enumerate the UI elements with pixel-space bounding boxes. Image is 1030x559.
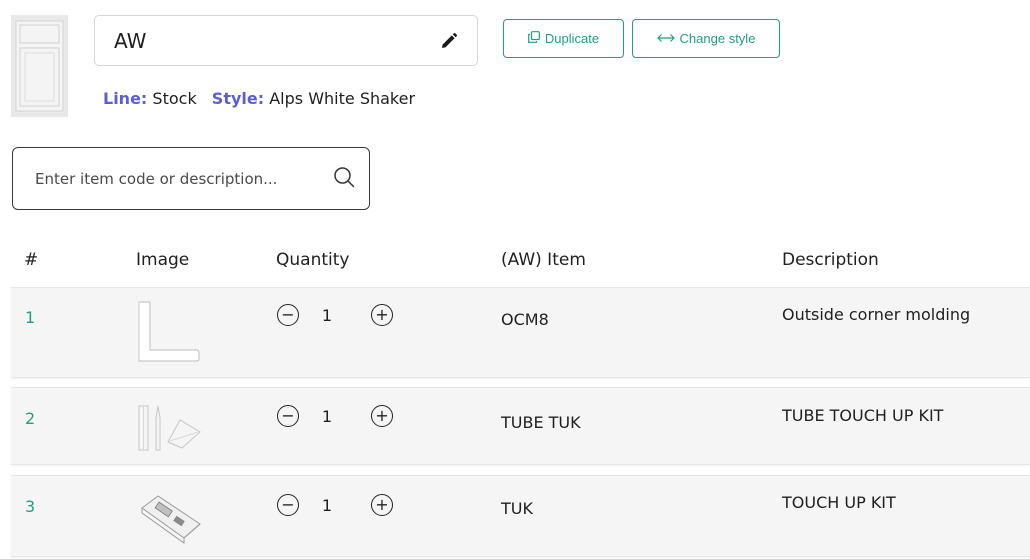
row-number: 1 [25, 308, 36, 327]
table-row[interactable]: 1 − 1 + OCM8 Outside corner molding [11, 287, 1030, 378]
minus-icon[interactable]: − [277, 494, 299, 516]
cabinet-meta: Line: Stock Style: Alps White Shaker [103, 89, 425, 108]
pencil-icon[interactable] [439, 31, 459, 51]
quantity-value: 1 [321, 406, 333, 426]
search-icon[interactable] [333, 166, 355, 192]
quantity-stepper[interactable]: − 1 + [277, 494, 393, 516]
plus-icon[interactable]: + [371, 304, 393, 326]
change-style-button[interactable]: Change style [632, 19, 780, 58]
column-header-image: Image [136, 250, 190, 270]
minus-icon[interactable]: − [277, 304, 299, 326]
item-search-box[interactable] [12, 147, 370, 210]
quantity-stepper[interactable]: − 1 + [277, 304, 393, 326]
search-input[interactable] [35, 169, 333, 188]
style-value: Alps White Shaker [269, 89, 416, 108]
plus-icon[interactable]: + [371, 405, 393, 427]
quantity-value: 1 [321, 495, 333, 515]
table-row[interactable]: 2 − 1 + TUBE TUK TUBE TOUCH UP KIT [11, 387, 1030, 465]
cabinet-name-field[interactable]: AW [94, 15, 478, 66]
row-number: 3 [25, 497, 36, 516]
item-description: Outside corner molding [782, 305, 971, 324]
plus-icon[interactable]: + [371, 494, 393, 516]
quantity-value: 1 [321, 305, 333, 325]
table-row[interactable]: 3 − 1 + TUK TOUCH UP KIT [11, 475, 1030, 557]
duplicate-button[interactable]: Duplicate [503, 19, 624, 58]
column-header-description: Description [782, 250, 879, 270]
duplicate-label: Duplicate [544, 31, 600, 46]
touch-up-kit-image [136, 486, 202, 548]
cabinet-door-thumbnail [11, 15, 68, 117]
column-header-quantity: Quantity [276, 250, 350, 270]
column-header-item: (AW) Item [501, 250, 586, 270]
tube-kit-image [136, 398, 202, 458]
corner-molding-image [136, 300, 202, 368]
duplicate-icon [527, 31, 540, 46]
minus-icon[interactable]: − [277, 405, 299, 427]
change-style-label: Change style [679, 31, 756, 46]
item-code: TUK [501, 499, 533, 518]
item-code: OCM8 [501, 310, 549, 329]
line-label: Line: [103, 89, 148, 108]
item-code: TUBE TUK [501, 413, 581, 432]
line-value: Stock [152, 89, 197, 108]
row-number: 2 [25, 409, 36, 428]
swap-arrows-icon [656, 31, 675, 46]
column-header-number: # [24, 250, 39, 270]
quantity-stepper[interactable]: − 1 + [277, 405, 393, 427]
item-description: TOUCH UP KIT [782, 493, 896, 512]
item-description: TUBE TOUCH UP KIT [782, 406, 944, 425]
style-label: Style: [211, 89, 265, 108]
cabinet-name: AW [114, 28, 147, 53]
